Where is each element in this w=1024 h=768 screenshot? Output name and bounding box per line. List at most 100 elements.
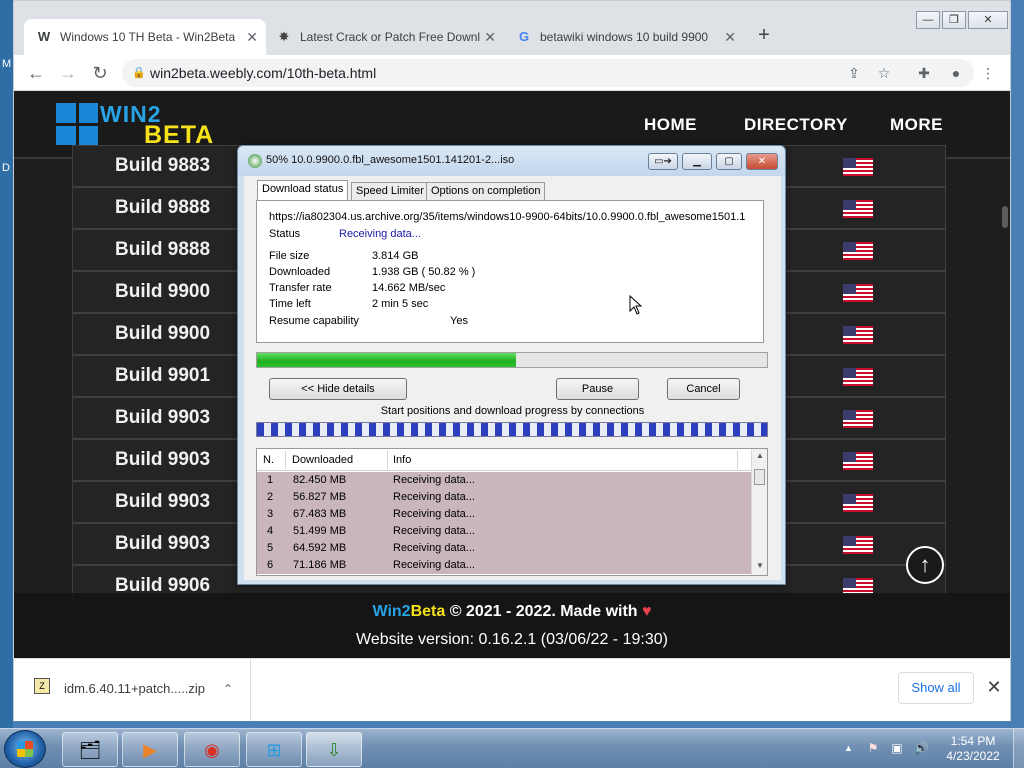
nav-more[interactable]: MORE (890, 115, 943, 135)
idm-logo-icon (248, 154, 262, 168)
volume-icon[interactable]: 🔊 (914, 741, 929, 755)
scroll-down-arrow-icon[interactable]: ▼ (752, 561, 767, 570)
forward-icon[interactable]: → (56, 61, 80, 85)
us-flag-icon (843, 242, 873, 260)
row-downloaded: 64.592 MB (293, 542, 347, 554)
us-flag-icon (843, 536, 873, 554)
tab-title: betawiki windows 10 build 9900 (540, 30, 709, 44)
close-icon[interactable]: ✕ (246, 19, 258, 55)
file-size-value: 3.814 GB (372, 250, 419, 262)
extensions-icon[interactable]: ✚ (912, 59, 936, 87)
show-desktop-button[interactable] (1013, 729, 1024, 768)
column-divider[interactable] (737, 451, 738, 469)
column-header-info[interactable]: Info (393, 454, 411, 466)
download-file-name: idm.6.40.11+patch.....zip (64, 681, 206, 696)
table-scrollbar[interactable]: ▲ ▼ (751, 449, 767, 575)
taskbar-media-player-icon[interactable]: ▶ (122, 732, 178, 767)
bookmark-star-icon[interactable]: ☆ (872, 59, 896, 87)
row-number: 4 (267, 525, 274, 537)
table-row[interactable]: 1 82.450 MB Receiving data... (257, 472, 751, 489)
mouse-cursor-icon (629, 295, 643, 315)
profile-avatar-icon[interactable]: ● (944, 59, 968, 87)
cancel-button[interactable]: Cancel (667, 378, 740, 400)
row-downloaded: 51.499 MB (293, 525, 347, 537)
downloaded-value: 1.938 GB ( 50.82 % ) (372, 266, 476, 278)
table-row[interactable]: 6 71.186 MB Receiving data... (257, 557, 751, 574)
row-info: Receiving data... (393, 542, 475, 554)
dialog-titlebar[interactable]: 50% 10.0.9900.0.fbl_awesome1501.141201-2… (238, 146, 785, 176)
minimize-button[interactable]: — (916, 11, 940, 29)
clock-time: 1:54 PM (950, 734, 996, 748)
scrollbar-thumb[interactable] (754, 469, 765, 485)
desktop-icon-label[interactable]: D (2, 162, 10, 174)
start-button[interactable] (4, 730, 46, 768)
idm-download-dialog: 50% 10.0.9900.0.fbl_awesome1501.141201-2… (237, 145, 786, 585)
google-icon: G (518, 29, 530, 44)
close-window-button[interactable]: ✕ (968, 11, 1008, 29)
dialog-body: Download status Speed Limiter Options on… (244, 176, 781, 580)
table-row[interactable]: 3 67.483 MB Receiving data... (257, 506, 751, 523)
close-icon[interactable]: ✕ (724, 19, 736, 55)
us-flag-icon (843, 284, 873, 302)
taskbar-idm-icon[interactable]: ⇩ (306, 732, 362, 767)
table-row[interactable]: 4 51.499 MB Receiving data... (257, 523, 751, 540)
nav-home[interactable]: HOME (644, 115, 697, 135)
tab-speed-limiter[interactable]: Speed Limiter (351, 182, 429, 200)
table-row[interactable]: 2 56.827 MB Receiving data... (257, 489, 751, 506)
close-icon[interactable]: ✕ (746, 153, 778, 170)
page-scrollbar[interactable] (1002, 206, 1008, 228)
us-flag-icon (843, 326, 873, 344)
back-icon[interactable]: ← (24, 61, 48, 85)
network-icon[interactable]: ▣ (890, 741, 904, 755)
us-flag-icon (843, 494, 873, 512)
column-header-n[interactable]: N. (263, 454, 274, 466)
downloaded-label: Downloaded (269, 266, 331, 278)
new-tab-button[interactable]: + (752, 23, 776, 47)
column-divider[interactable] (285, 451, 286, 469)
pause-button[interactable]: Pause (556, 378, 639, 400)
build-name: Build 9901 (115, 365, 211, 386)
tab-win2beta[interactable]: W Windows 10 TH Beta - Win2Beta ✕ (24, 19, 266, 55)
table-row[interactable]: 5 64.592 MB Receiving data... (257, 540, 751, 557)
show-all-button[interactable]: Show all (898, 672, 974, 704)
show-hidden-icons-icon[interactable]: ▲ (844, 743, 853, 753)
desktop-icon-label[interactable]: M (2, 58, 11, 70)
row-info: Receiving data... (393, 508, 475, 520)
desktop-edge: M D (0, 0, 13, 730)
site-logo[interactable]: WIN2 BETA (56, 101, 236, 149)
taskbar-chrome-icon[interactable]: ◉ (184, 732, 240, 767)
tab-options-on-completion[interactable]: Options on completion (426, 182, 546, 200)
maximize-button[interactable]: ❐ (942, 11, 966, 29)
hide-details-button[interactable]: << Hide details (269, 378, 407, 400)
close-shelf-icon[interactable]: ✕ (984, 675, 1004, 699)
footer-brand-beta: Beta (410, 603, 446, 620)
tab-title: Latest Crack or Patch Free Downl (300, 30, 480, 44)
row-downloaded: 67.483 MB (293, 508, 347, 520)
send-to-tray-icon[interactable]: ▭➔ (648, 153, 678, 170)
status-value: Receiving data... (339, 228, 421, 240)
footer-brand-win2: Win2 (372, 603, 411, 620)
build-name: Build 9883 (115, 155, 211, 176)
action-center-flag-icon[interactable]: ⚑ (866, 741, 880, 755)
tab-crack-patch[interactable]: ✸ Latest Crack or Patch Free Downl ✕ (264, 19, 504, 55)
minimize-icon[interactable]: ▁ (682, 153, 712, 170)
reload-icon[interactable]: ↻ (88, 61, 112, 85)
tab-betawiki[interactable]: G betawiki windows 10 build 9900 ✕ (504, 19, 744, 55)
column-divider[interactable] (387, 451, 388, 469)
taskbar-windows-update-icon[interactable]: ⊞ (246, 732, 302, 767)
system-clock[interactable]: 1:54 PM 4/23/2022 (944, 734, 1002, 764)
scroll-up-arrow-icon[interactable]: ▲ (752, 451, 767, 460)
maximize-icon[interactable]: ▢ (716, 153, 742, 170)
taskbar-explorer-icon[interactable]: 🗂 (62, 732, 118, 767)
tab-download-status[interactable]: Download status (257, 180, 349, 200)
share-icon[interactable]: ⇪ (842, 59, 866, 87)
close-icon[interactable]: ✕ (484, 19, 496, 55)
column-header-downloaded[interactable]: Downloaded (292, 454, 353, 466)
menu-kebab-icon[interactable]: ⋮ (976, 59, 1000, 87)
nav-directory[interactable]: DIRECTORY (744, 115, 848, 135)
chevron-up-icon[interactable]: ⌃ (214, 675, 242, 703)
download-item[interactable]: Z idm.6.40.11+patch.....zip ⌃ (14, 659, 251, 721)
lock-icon[interactable]: 🔒 (132, 59, 146, 87)
scroll-to-top-button[interactable]: ↑ (906, 546, 944, 584)
tab-strip: W Windows 10 TH Beta - Win2Beta ✕ ✸ Late… (14, 1, 1010, 57)
